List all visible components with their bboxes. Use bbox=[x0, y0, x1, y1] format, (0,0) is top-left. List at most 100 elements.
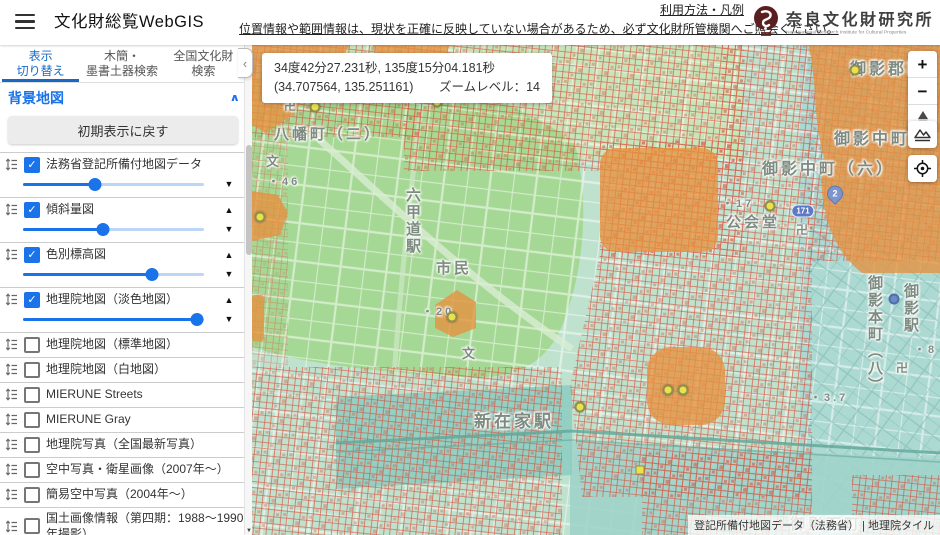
background-map-section-header: 背景地図 ∧ bbox=[0, 83, 252, 112]
layer-label: 地理院写真（全国最新写真） bbox=[46, 437, 203, 452]
nabunken-emblem-icon bbox=[753, 6, 778, 36]
sidebar-tab-2[interactable]: 木簡・ 墨書土器検索 bbox=[81, 45, 162, 82]
map-canvas[interactable]: 八幡町（二）卍文・46 六甲道駅 市民 ・20 文・17 公会堂卍御影中町 御影中町（六）御… bbox=[252, 45, 940, 535]
zoom-out-button[interactable]: − bbox=[908, 78, 937, 105]
layer-checkbox[interactable] bbox=[24, 436, 40, 453]
layer-row: 地理院地図（白地図） bbox=[0, 358, 244, 383]
layer-checkbox[interactable]: ✓ bbox=[24, 201, 40, 218]
reorder-handle-icon[interactable] bbox=[5, 158, 18, 171]
map-dot-marker[interactable] bbox=[574, 401, 586, 413]
usage-link[interactable]: 利用方法・凡例 bbox=[660, 1, 744, 18]
opacity-slider[interactable] bbox=[23, 267, 204, 281]
chevron-up-icon[interactable]: ∧ bbox=[229, 92, 240, 105]
map-place-label: 公会堂 bbox=[726, 214, 781, 231]
layer-checkbox[interactable] bbox=[24, 361, 40, 378]
sidebar-scrollbar[interactable]: ▼ bbox=[244, 45, 252, 535]
opacity-slider[interactable] bbox=[23, 222, 204, 236]
logo-title: 奈良文化財研究所 bbox=[785, 12, 934, 29]
layer-label: 国土画像情報（第四期：1988～1990年撮影） bbox=[46, 511, 244, 535]
zoom-level: ズームレベル：14 bbox=[438, 79, 540, 94]
reorder-handle-icon[interactable] bbox=[5, 203, 18, 216]
layer-checkbox[interactable]: ✓ bbox=[24, 246, 40, 263]
map-dot-marker[interactable] bbox=[764, 200, 776, 212]
reorder-handle-icon[interactable] bbox=[5, 248, 18, 261]
reorder-handle-icon[interactable] bbox=[5, 413, 18, 426]
map-place-label: ・46 bbox=[268, 176, 301, 188]
terrain-button[interactable] bbox=[908, 121, 937, 148]
layer-move-down-button[interactable]: ▼ bbox=[214, 269, 244, 279]
map-pin-marker[interactable]: 2 bbox=[823, 182, 847, 205]
slider-thumb[interactable] bbox=[190, 312, 204, 326]
reorder-handle-icon[interactable] bbox=[5, 463, 18, 476]
menu-icon[interactable] bbox=[15, 14, 35, 30]
map-dot-marker[interactable] bbox=[446, 311, 458, 323]
sidebar-tab-3[interactable]: 全国文化財 検索 bbox=[163, 45, 244, 82]
map-dot-marker[interactable] bbox=[662, 384, 674, 396]
reorder-handle-icon[interactable] bbox=[5, 338, 18, 351]
layer-row: 地理院地図（標準地図） bbox=[0, 333, 244, 358]
slider-thumb[interactable] bbox=[96, 222, 110, 236]
reorder-handle-icon[interactable] bbox=[5, 438, 18, 451]
reorder-handle-icon[interactable] bbox=[5, 388, 18, 401]
compass-needle-icon bbox=[917, 110, 928, 119]
map-square-marker[interactable] bbox=[635, 465, 645, 475]
map-place-label: 御影中町 bbox=[834, 131, 911, 148]
sidebar-collapse-button[interactable]: ‹ bbox=[238, 48, 253, 78]
map-place-label: ・17 bbox=[722, 198, 755, 210]
reorder-handle-icon[interactable] bbox=[5, 488, 18, 501]
map-dot-marker[interactable] bbox=[677, 384, 689, 396]
map-blue-dot-marker[interactable] bbox=[888, 293, 900, 305]
map-attribution[interactable]: 登記所備付地図データ（法務省） | 地理院タイル bbox=[688, 515, 940, 535]
layer-move-up-button[interactable]: ▲ bbox=[214, 205, 244, 215]
layer-checkbox[interactable] bbox=[24, 411, 40, 428]
layer-move-down-button[interactable]: ▼ bbox=[214, 314, 244, 324]
institute-logo[interactable]: 奈良文化財研究所 Nara National Research Institut… bbox=[751, 4, 934, 38]
layer-move-up-button[interactable]: ▲ bbox=[214, 295, 244, 305]
reorder-handle-icon[interactable] bbox=[5, 520, 18, 533]
layer-checkbox[interactable] bbox=[24, 486, 40, 503]
coordinates-decimal: (34.707564, 135.251161) bbox=[274, 79, 414, 94]
geolocate-button[interactable] bbox=[908, 155, 937, 182]
zoom-in-button[interactable]: + bbox=[908, 51, 937, 78]
map-route-marker[interactable]: 171 bbox=[791, 204, 815, 218]
layer-label: 空中写真・衛星画像（2007年～） bbox=[46, 462, 229, 477]
layer-checkbox[interactable]: ✓ bbox=[24, 291, 40, 308]
layer-move-down-button[interactable]: ▼ bbox=[214, 224, 244, 234]
map-dot-marker[interactable] bbox=[849, 64, 861, 76]
layer-row: 地理院写真（全国最新写真） bbox=[0, 433, 244, 458]
layer-row: 空中写真・衛星画像（2007年～） bbox=[0, 458, 244, 483]
slider-thumb[interactable] bbox=[145, 267, 158, 281]
layer-checkbox[interactable]: ✓ bbox=[24, 156, 40, 173]
layer-move-down-button[interactable]: ▼ bbox=[214, 179, 244, 189]
header: 文化財総覧WebGIS 位置情報や範囲情報は、現状を正確に反映していない場合があ… bbox=[0, 0, 940, 45]
slider-thumb[interactable] bbox=[88, 177, 102, 191]
layer-checkbox[interactable] bbox=[24, 518, 40, 535]
layer-label: 地理院地図（標準地図） bbox=[46, 337, 179, 352]
map-place-label: ・8 bbox=[914, 344, 938, 356]
map-dot-marker[interactable] bbox=[254, 211, 266, 223]
coordinates-dms: 34度42分27.231秒, 135度15分04.181秒 bbox=[274, 61, 495, 75]
scrollbar-down-arrow-icon[interactable]: ▼ bbox=[245, 528, 253, 534]
map-place-label: 六甲道駅 bbox=[404, 187, 421, 255]
layer-label: 傾斜量図 bbox=[46, 202, 95, 217]
map-dot-marker[interactable] bbox=[309, 101, 321, 113]
reorder-handle-icon[interactable] bbox=[5, 293, 18, 306]
layer-label: 色別標高図 bbox=[46, 247, 107, 262]
reset-view-button[interactable]: 初期表示に戻す bbox=[8, 116, 238, 144]
opacity-slider[interactable] bbox=[23, 177, 204, 191]
layer-checkbox[interactable] bbox=[24, 386, 40, 403]
layer-list: ✓ 法務省登記所備付地図データ ▼ ✓ 傾斜量図 ▲ ▼ ✓ 色別標高図 ▲ ▼ ✓ 地理院地図（淡色地… bbox=[0, 152, 244, 535]
opacity-slider[interactable] bbox=[23, 312, 204, 326]
sidebar-tab-1[interactable]: 表示 切り替え bbox=[0, 45, 81, 82]
map-place-label: 御影中町（六） bbox=[762, 161, 896, 178]
layer-move-up-button[interactable]: ▲ bbox=[214, 250, 244, 260]
layer-label: MIERUNE Streets bbox=[46, 387, 143, 402]
mountains-icon bbox=[914, 129, 931, 142]
scrollbar-thumb[interactable] bbox=[246, 145, 252, 255]
layer-label: MIERUNE Gray bbox=[46, 412, 131, 427]
layer-label: 法務省登記所備付地図データ bbox=[46, 157, 203, 172]
layer-checkbox[interactable] bbox=[24, 461, 40, 478]
section-title: 背景地図 bbox=[8, 90, 64, 106]
reorder-handle-icon[interactable] bbox=[5, 363, 18, 376]
layer-checkbox[interactable] bbox=[24, 336, 40, 353]
